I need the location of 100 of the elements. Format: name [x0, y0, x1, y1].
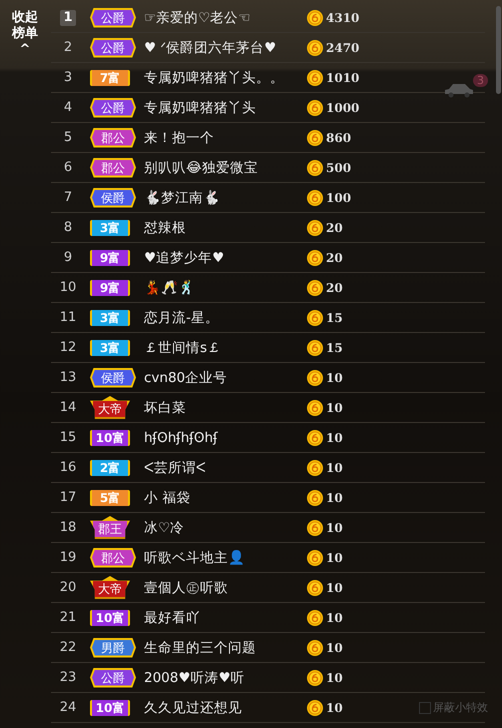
user-name: 恋月流-星。: [144, 308, 220, 326]
coin-icon: [307, 670, 323, 686]
wealth-badge: 9富: [90, 250, 130, 266]
user-name: cvn80企业号: [144, 368, 228, 386]
rank-badge: 侯爵: [90, 368, 136, 388]
coin-amount: 15: [326, 310, 343, 324]
user-name: 听歌ベ斗地主👤: [144, 548, 246, 566]
rank-number: 8: [62, 220, 74, 235]
crown-badge: 郡王: [90, 516, 130, 539]
rank-number: 1: [60, 10, 76, 26]
user-name: 壹個人㊣听歌: [144, 578, 229, 596]
coin-icon: [307, 280, 323, 296]
rank-number: 21: [58, 610, 78, 625]
coin-icon: [307, 100, 323, 116]
coin-icon: [307, 700, 323, 716]
wealth-badge: 3富: [90, 220, 130, 236]
wealth-badge: 10富: [90, 430, 130, 446]
rank-number: 19: [58, 550, 78, 565]
coin-amount: 10: [326, 520, 343, 534]
coin-icon: [307, 460, 323, 476]
rank-number: 23: [58, 670, 78, 685]
user-name: 来！抱一个: [144, 128, 215, 146]
user-name: 久久见过还想见: [144, 698, 243, 716]
rank-number: 18: [58, 520, 78, 535]
coin-amount: 10: [326, 550, 343, 564]
coin-amount: 500: [326, 160, 352, 174]
rank-number: 7: [62, 190, 74, 205]
coin-icon: [307, 400, 323, 416]
user-name: hʄʘhʄhʄʘhʄ: [144, 430, 219, 446]
coin-amount: 1000: [326, 100, 360, 114]
user-name: 坏白菜: [144, 398, 187, 416]
rank-number: 13: [58, 370, 78, 385]
rank-number: 4: [62, 100, 74, 115]
coin-amount: 10: [326, 430, 343, 444]
user-name: 别叭叭😂独爱微宝: [144, 158, 259, 176]
coin-amount: 10: [326, 670, 343, 684]
rank-number: 3: [62, 70, 74, 85]
coin-icon: [307, 40, 323, 56]
coin-amount: 15: [326, 340, 343, 354]
rank-number: 2: [62, 40, 74, 55]
rank-number: 10: [58, 280, 78, 295]
rank-badge: 公爵: [90, 668, 136, 688]
wealth-badge: 5富: [90, 490, 130, 506]
wealth-badge: 2富: [90, 460, 130, 476]
coin-amount: 4310: [326, 10, 360, 24]
user-name: 冰♡冷: [144, 518, 186, 536]
coin-amount: 10: [326, 640, 343, 654]
wealth-badge: 10富: [90, 700, 130, 716]
rank-badge: 侯爵: [90, 188, 136, 208]
coin-icon: [307, 520, 323, 536]
crown-badge: 大帝: [90, 396, 130, 419]
rank-number: 5: [62, 130, 74, 145]
user-name: 2008♥听涛♥听: [144, 668, 246, 686]
rank-badge: 公爵: [90, 38, 136, 58]
coin-icon: [307, 340, 323, 356]
collapse-leaderboard-button[interactable]: 收起榜单 ^: [0, 0, 46, 58]
coin-amount: 860: [326, 130, 352, 144]
coin-amount: 10: [326, 490, 343, 504]
coin-amount: 10: [326, 580, 343, 594]
rank-badge: 公爵: [90, 8, 136, 28]
user-name: 怼辣根: [144, 218, 187, 236]
coin-amount: 100: [326, 190, 352, 204]
rank-number: 15: [58, 430, 78, 445]
coin-icon: [307, 220, 323, 236]
coin-icon: [307, 190, 323, 206]
user-name: ￡世间情s￡: [144, 338, 222, 356]
rank-number: 16: [58, 460, 78, 475]
rank-number: 22: [58, 640, 78, 655]
rank-number: 20: [58, 580, 78, 595]
coin-icon: [307, 70, 323, 86]
user-name: 专属奶啤猪猪丫头: [144, 98, 257, 116]
hide-effects-checkbox[interactable]: 屏蔽小特效: [419, 700, 488, 715]
user-name: 🐇梦江南🐇: [144, 188, 221, 206]
rank-number: 9: [62, 250, 74, 265]
user-name: 💃🥂🕺: [144, 279, 196, 296]
wealth-badge: 10富: [90, 610, 130, 626]
coin-icon: [307, 610, 323, 626]
rank-badge: 郡公: [90, 548, 136, 568]
coin-amount: 2470: [326, 40, 360, 54]
coin-amount: 10: [326, 610, 343, 624]
wealth-badge: 3富: [90, 340, 130, 356]
coin-icon: [307, 640, 323, 656]
rank-number: 17: [58, 490, 78, 505]
car-entry-button[interactable]: 3: [443, 74, 493, 100]
coin-amount: 20: [326, 220, 343, 234]
user-name: ᐸ芸所谓ᐸ: [144, 458, 207, 476]
scrollbar[interactable]: [496, 6, 501, 94]
coin-icon: [307, 250, 323, 266]
user-name: ♥追梦少年♥: [144, 248, 226, 266]
rank-number: 14: [58, 400, 78, 415]
rank-number: 6: [62, 160, 74, 175]
wealth-badge: 3富: [90, 310, 130, 326]
coin-amount: 10: [326, 370, 343, 384]
coin-icon: [307, 310, 323, 326]
user-name: 生命里的三个问题: [144, 638, 257, 656]
rank-badge: 公爵: [90, 98, 136, 118]
coin-icon: [307, 160, 323, 176]
coin-icon: [307, 580, 323, 596]
coin-amount: 10: [326, 700, 343, 714]
coin-icon: [307, 550, 323, 566]
